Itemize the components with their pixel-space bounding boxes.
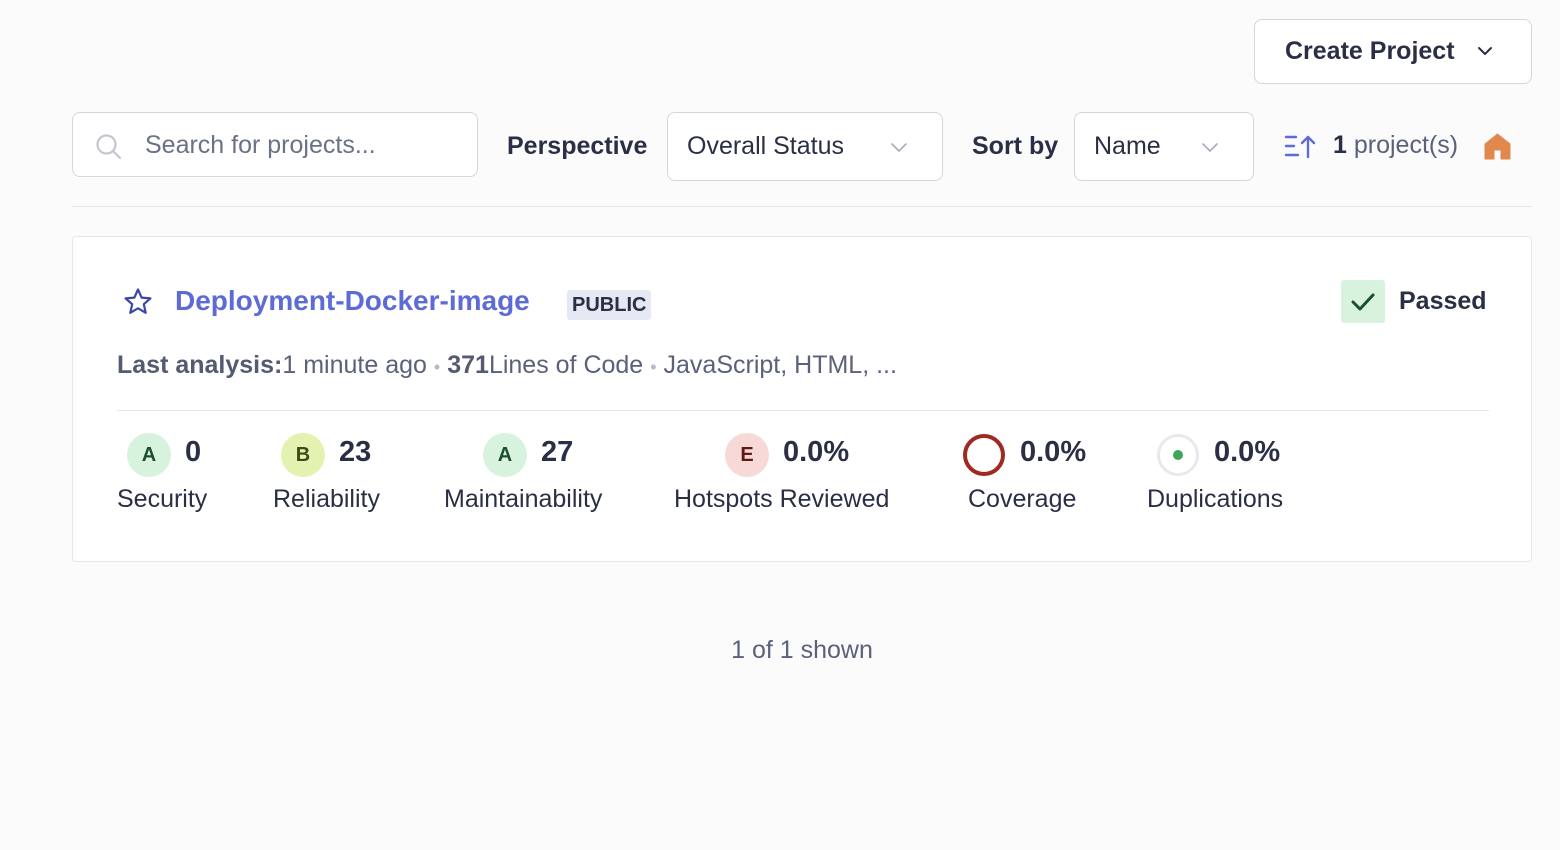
coverage-label: Coverage [968,485,1077,513]
project-count: 1 project(s) [1333,131,1458,160]
filter-divider [72,206,1532,207]
duplications-value: 0.0% [1214,436,1281,468]
search-field[interactable] [72,112,478,177]
project-meta: Last analysis: 1 minute ago • 371 Lines … [117,351,897,380]
maintainability-label: Maintainability [444,485,603,513]
reliability-label: Reliability [273,485,380,513]
hotspots-rating-badge: E [725,433,769,477]
sort-by-label: Sort by [972,132,1059,160]
create-project-label: Create Project [1285,37,1455,65]
project-count-suffix: project(s) [1346,131,1459,159]
project-count-number: 1 [1333,131,1347,159]
separator-dot: • [433,357,441,377]
loc-label: Lines of Code [488,351,644,379]
perspective-label: Perspective [507,132,648,160]
security-value: 0 [185,436,202,468]
search-icon [96,134,122,160]
last-analysis-label: Last analysis: [117,351,283,379]
chevron-down-icon [1202,143,1218,152]
hotspots-label: Hotspots Reviewed [674,485,890,513]
hotspots-value: 0.0% [783,436,850,468]
visibility-badge: PUBLIC [567,290,652,320]
sort-by-select[interactable]: Name [1074,112,1254,181]
project-card: Deployment-Docker-image PUBLIC Passed La… [72,236,1532,562]
coverage-value: 0.0% [1020,436,1087,468]
maintainability-rating-badge: A [483,433,527,477]
duplications-label: Duplications [1147,485,1284,513]
perspective-value: Overall Status [687,132,845,160]
project-name-link[interactable]: Deployment-Docker-image [175,285,530,317]
perspective-select[interactable]: Overall Status [667,112,943,181]
security-label: Security [117,485,208,513]
quality-gate-status-badge [1341,280,1385,323]
create-project-button[interactable]: Create Project [1254,19,1532,84]
home-icon[interactable] [1484,133,1511,160]
security-rating-badge: A [127,433,171,477]
coverage-ring-icon [963,434,1005,476]
last-analysis-value: 1 minute ago [282,351,427,379]
reliability-rating-badge: B [281,433,325,477]
chevron-down-icon [1478,47,1492,55]
chevron-down-icon [891,143,907,152]
loc-value: 371 [447,351,489,379]
card-divider [117,410,1489,411]
sort-by-value: Name [1094,132,1161,160]
star-icon[interactable] [123,287,153,317]
shown-count-text: 1 of 1 shown [731,636,873,664]
maintainability-value: 27 [541,436,574,468]
languages: JavaScript, HTML, ... [663,351,897,379]
reliability-value: 23 [339,436,372,468]
check-icon [1351,293,1375,311]
duplications-dot-icon [1157,434,1199,476]
search-input[interactable] [145,127,465,163]
separator-dot: • [650,357,657,377]
quality-gate-status: Passed [1399,287,1487,315]
sort-ascending-icon[interactable] [1284,134,1316,160]
